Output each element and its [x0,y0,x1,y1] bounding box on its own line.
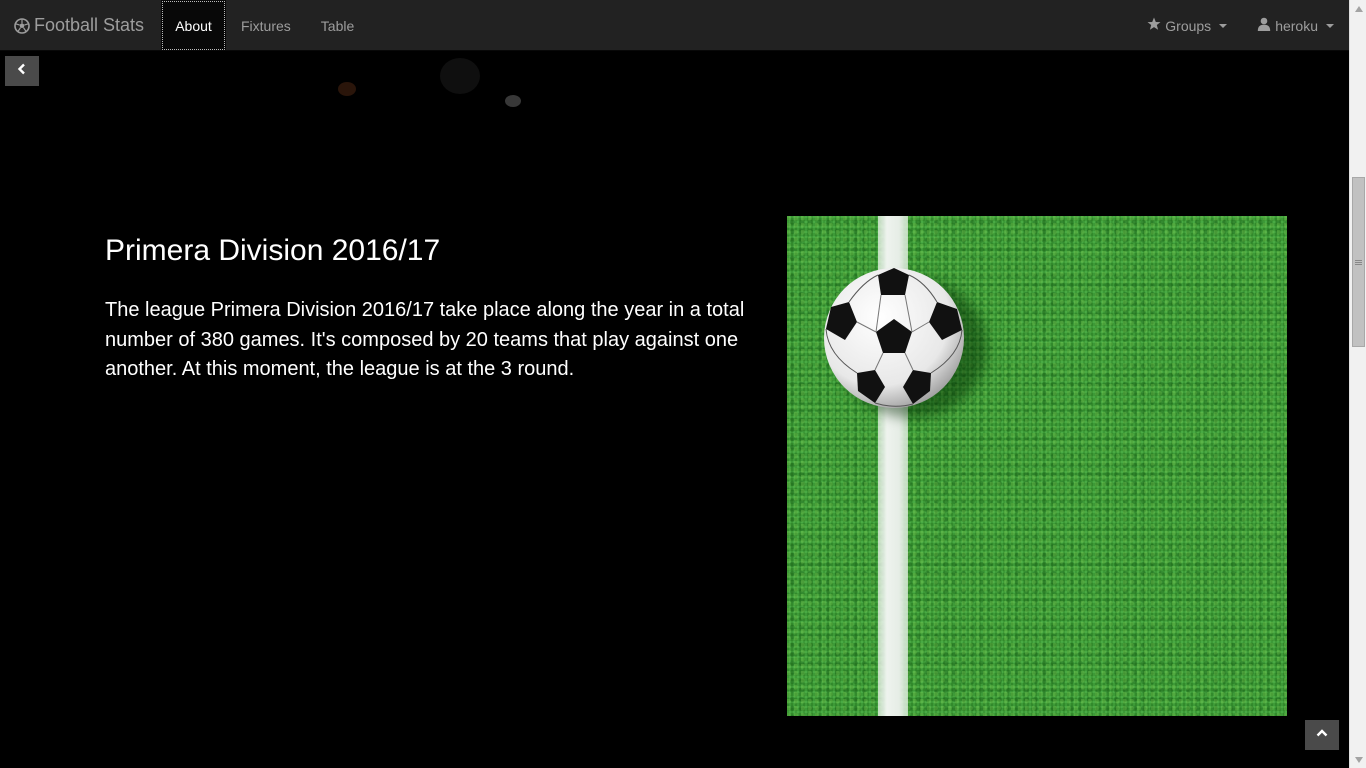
scroll-up-icon[interactable] [1350,0,1366,17]
page-title: Primera Division 2016/17 [105,234,441,267]
brand-label: Football Stats [34,15,145,35]
scroll-down-icon[interactable] [1350,751,1366,768]
nav-fixtures[interactable]: Fixtures [226,0,306,51]
nav-fixtures-label: Fixtures [241,17,291,34]
background-blur [440,58,480,94]
soccer-ball-on-grass-image [787,216,1287,716]
background-blur [505,95,521,107]
groups-label: Groups [1165,17,1212,34]
nav-about-label: About [175,17,212,34]
soccer-ball-icon [14,17,30,34]
vertical-scrollbar[interactable] [1349,0,1366,768]
background-blur [338,82,356,96]
top-navbar: Football Stats About Fixtures Table Grou… [0,0,1349,51]
chevron-left-icon [16,62,28,80]
back-to-top-button[interactable] [1305,720,1339,750]
user-icon [1257,17,1271,34]
right-nav: Groups heroku [1132,0,1349,51]
user-dropdown[interactable]: heroku [1242,0,1349,51]
caret-down-icon [1219,23,1228,28]
star-icon [1147,17,1161,34]
chevron-up-icon [1316,726,1328,744]
page: Football Stats About Fixtures Table Grou… [0,0,1366,768]
nav-table-label: Table [320,17,355,34]
soccer-ball-icon [824,268,964,408]
groups-dropdown[interactable]: Groups [1132,0,1242,51]
caret-down-icon [1326,23,1334,28]
league-description: The league Primera Division 2016/17 take… [105,299,745,380]
main-nav: About Fixtures Table [161,0,369,51]
brand-link[interactable]: Football Stats [14,0,144,51]
back-button[interactable] [5,56,39,86]
scroll-thumb[interactable] [1352,177,1365,347]
nav-about[interactable]: About [161,0,226,51]
nav-table[interactable]: Table [306,0,369,51]
user-label: heroku [1275,17,1318,34]
grip-icon [1355,261,1362,263]
